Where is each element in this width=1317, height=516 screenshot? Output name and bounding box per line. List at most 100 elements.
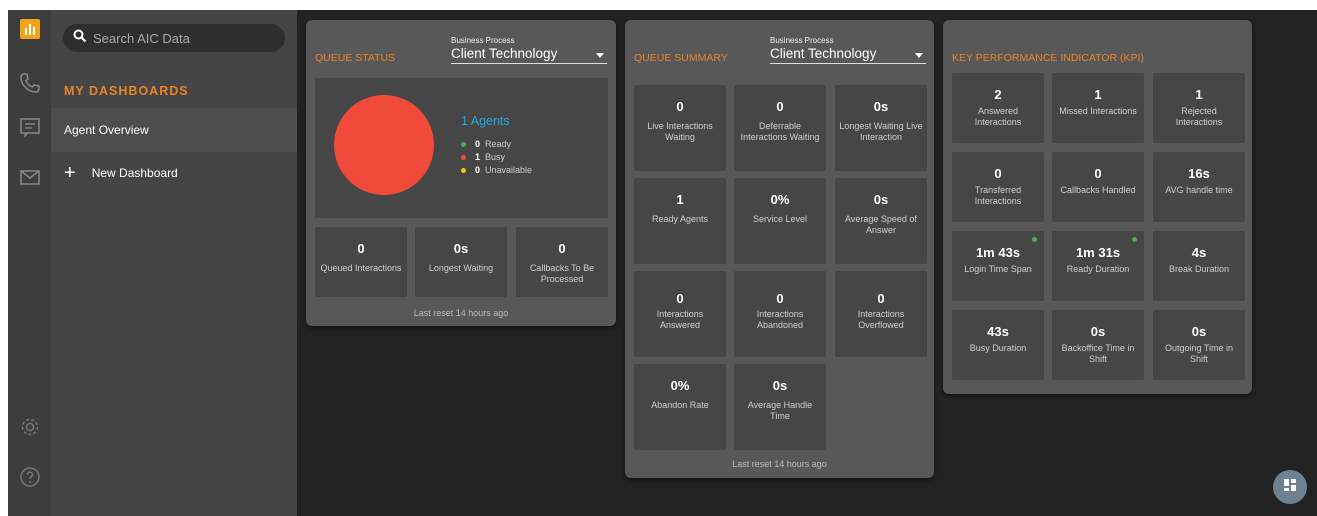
- legend-item: 0 Unavailable: [461, 165, 532, 175]
- metric-value: 0: [1094, 166, 1102, 181]
- sidebar-item-agent-overview[interactable]: Agent Overview: [51, 108, 297, 152]
- legend-label: Unavailable: [485, 165, 533, 175]
- metric-tile: 0 Interactions Overflowed: [835, 271, 927, 357]
- metric-label: Ready Agents: [651, 214, 709, 224]
- phone-icon: [18, 71, 42, 100]
- help-icon: [18, 465, 42, 494]
- metric-tile: 0s Average Handle Time: [734, 364, 826, 450]
- sidebar-item-label: Agent Overview: [64, 123, 149, 137]
- metric-value: 0%: [770, 192, 790, 207]
- legend-value: 0: [475, 139, 481, 149]
- search-input[interactable]: [93, 30, 273, 46]
- metric-value: 1: [1195, 87, 1203, 102]
- metric-label: Callbacks Handled: [1060, 185, 1136, 195]
- metric-tile: 43s Busy Duration: [952, 310, 1044, 380]
- selected-value: Client Technology: [451, 46, 558, 61]
- card-title: QUEUE SUMMARY: [634, 52, 728, 64]
- metric-label: Abandon Rate: [651, 400, 709, 410]
- agents-pie-chart: [334, 95, 434, 195]
- metric-value: 0s: [873, 192, 889, 207]
- metric-value: 0: [776, 99, 784, 114]
- metric-tile: 0 Callbacks To Be Processed: [516, 227, 608, 297]
- dashboard-icon: [18, 17, 42, 46]
- metric-tile: 1 Rejected Interactions: [1153, 73, 1245, 143]
- metric-label: Queued Interactions: [320, 263, 402, 273]
- legend-value: 0: [475, 165, 481, 175]
- metric-value: 0: [676, 99, 684, 114]
- phone-nav-button[interactable]: [8, 64, 51, 106]
- metric-tile: 2 Answered Interactions: [952, 73, 1044, 143]
- metric-tile: 0 Interactions Abandoned: [734, 271, 826, 357]
- chat-nav-button[interactable]: [8, 108, 51, 150]
- card-title: QUEUE STATUS: [315, 52, 396, 64]
- agents-panel: 1 Agents 0 Ready 1 Busy 0 Unavailable: [315, 78, 608, 218]
- dashboard-sidebar: MY DASHBOARDS Agent Overview + New Dashb…: [51, 10, 297, 516]
- metric-label: Interactions Overflowed: [857, 309, 905, 330]
- last-reset-text: Last reset 14 hours ago: [413, 308, 509, 318]
- metric-tile: 0% Abandon Rate: [634, 364, 726, 450]
- metric-value: 0: [776, 291, 784, 306]
- metric-value: 43s: [987, 324, 1009, 339]
- select-value[interactable]: Client Technology: [770, 46, 926, 64]
- metric-value: 0: [676, 291, 684, 306]
- status-dot: [1132, 237, 1137, 242]
- agents-count: 1 Agents: [461, 114, 510, 128]
- metric-tile: 0 Deferrable Interactions Waiting: [734, 85, 826, 171]
- status-dot: [461, 141, 466, 147]
- metric-label: Average Speed of Answer: [845, 214, 917, 235]
- metric-label: Outgoing Time in Shift: [1164, 343, 1234, 364]
- card-title: KEY PERFORMANCE INDICATOR (KPI): [952, 52, 1144, 64]
- settings-nav-button[interactable]: [8, 408, 51, 450]
- selected-value: Client Technology: [770, 46, 877, 61]
- chat-icon: [18, 115, 42, 144]
- metric-tile: 1 Ready Agents: [634, 178, 726, 264]
- metric-tile: 1m 43s Login Time Span: [952, 231, 1044, 301]
- metric-tile: 0% Service Level: [734, 178, 826, 264]
- kpi-card: KEY PERFORMANCE INDICATOR (KPI) 2 Answer…: [943, 20, 1252, 394]
- field-label: Business Process: [770, 36, 834, 45]
- metric-label: Answered Interactions: [974, 106, 1022, 127]
- metric-label: Callbacks To Be Processed: [529, 263, 595, 284]
- metric-label: Live Interactions Waiting: [647, 121, 713, 142]
- field-label: Business Process: [451, 36, 515, 45]
- mail-nav-button[interactable]: [8, 158, 51, 200]
- metric-value: 0s: [873, 99, 889, 114]
- legend-label: Busy: [485, 152, 506, 162]
- business-process-select[interactable]: Business Process Client Technology: [451, 36, 607, 64]
- plus-icon: +: [64, 162, 76, 184]
- select-value[interactable]: Client Technology: [451, 46, 607, 64]
- metric-value: 1m 43s: [975, 245, 1021, 260]
- metric-label: Ready Duration: [1066, 264, 1130, 274]
- mail-icon: [18, 165, 42, 194]
- metric-label: Average Handle Time: [747, 400, 813, 421]
- metric-tile: 0 Transferred Interactions: [952, 152, 1044, 222]
- metric-label: Deferrable Interactions Waiting: [740, 121, 820, 142]
- metric-label: Longest Waiting Live Interaction: [839, 121, 923, 142]
- metric-label: Interactions Answered: [656, 309, 704, 330]
- grid-icon: [1283, 478, 1297, 497]
- search-box[interactable]: [63, 24, 285, 52]
- help-nav-button[interactable]: [8, 458, 51, 500]
- layout-fab-button[interactable]: [1273, 470, 1307, 504]
- metric-value: 0s: [1090, 324, 1106, 339]
- metric-label: Login Time Span: [964, 264, 1032, 274]
- metric-label: Service Level: [752, 214, 808, 224]
- metric-label: Busy Duration: [969, 343, 1027, 353]
- new-dashboard-button[interactable]: + New Dashboard: [64, 162, 178, 184]
- metric-tile: 0 Live Interactions Waiting: [634, 85, 726, 171]
- business-process-select[interactable]: Business Process Client Technology: [770, 36, 926, 64]
- metric-value: 1: [1094, 87, 1102, 102]
- metric-value: 1m 31s: [1075, 245, 1121, 260]
- status-dot: [461, 154, 466, 160]
- metric-value: 4s: [1191, 245, 1207, 260]
- metric-label: Backoffice Time in Shift: [1061, 343, 1135, 364]
- dashboard-nav-button[interactable]: [8, 10, 51, 52]
- metric-tile: 0s Longest Waiting Live Interaction: [835, 85, 927, 171]
- metric-value: 0: [558, 241, 566, 256]
- legend-item: 1 Busy: [461, 152, 505, 162]
- metric-label: Interactions Abandoned: [756, 309, 804, 330]
- metric-value: 16s: [1188, 166, 1210, 181]
- status-dot: [461, 167, 466, 173]
- section-title: MY DASHBOARDS: [64, 84, 189, 98]
- legend-label: Ready: [485, 139, 512, 149]
